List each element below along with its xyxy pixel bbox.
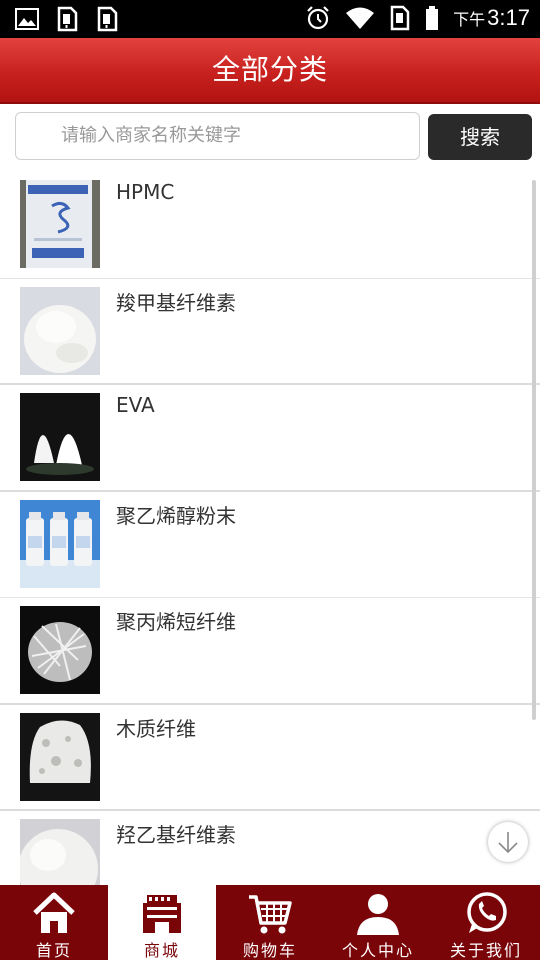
sim-icon	[390, 5, 410, 31]
nav-label: 购物车	[242, 941, 297, 960]
chat-icon	[467, 892, 507, 933]
product-thumbnail	[20, 606, 100, 694]
arrow-down-icon	[498, 832, 518, 854]
item-title: 木质纤维	[116, 716, 196, 741]
status-bar: 下午 3:17	[0, 0, 540, 38]
item-title: 羧甲基纤维素	[116, 290, 236, 315]
nav-shop[interactable]: 商城	[108, 885, 216, 960]
search-input[interactable]: 请输入商家名称关键字	[15, 112, 420, 160]
list-item[interactable]: 羟乙基纤维素	[0, 811, 540, 885]
item-title: 聚丙烯短纤维	[116, 610, 236, 634]
list-item[interactable]: 聚乙烯醇粉末	[0, 492, 540, 598]
shop-icon	[143, 895, 181, 933]
sim-alert-icon-2	[97, 6, 118, 32]
product-thumbnail	[20, 286, 100, 375]
alarm-icon	[307, 6, 329, 30]
wifi-icon	[346, 7, 375, 29]
nav-cart[interactable]: 购物车	[216, 885, 324, 960]
product-thumbnail	[20, 819, 100, 885]
nav-profile[interactable]: 个人中心	[324, 885, 432, 960]
page-title: 全部分类	[0, 38, 540, 104]
cart-icon	[249, 895, 292, 934]
search-button[interactable]: 搜索	[428, 114, 532, 160]
bottom-nav: 首页 商城 购物车 个人中心 关于我们	[0, 885, 540, 960]
list-item[interactable]: EVA	[0, 385, 540, 492]
clock-ampm: 下午	[453, 10, 486, 29]
nav-label: 个人中心	[341, 941, 414, 960]
home-icon	[33, 892, 75, 933]
sim-alert-icon	[57, 6, 78, 32]
product-thumbnail	[20, 180, 100, 268]
battery-icon	[426, 6, 439, 30]
item-title: EVA	[116, 393, 155, 417]
nav-home[interactable]: 首页	[0, 885, 108, 960]
scroll-down-button[interactable]	[488, 822, 528, 862]
search-bar: 请输入商家名称关键字 搜索	[0, 104, 540, 168]
item-title: 羟乙基纤维素	[116, 823, 236, 847]
nav-label: 商城	[143, 941, 180, 960]
item-title: 聚乙烯醇粉末	[116, 503, 236, 528]
list-item[interactable]: HPMC	[0, 172, 540, 279]
list-item[interactable]: 木质纤维	[0, 705, 540, 811]
item-title: HPMC	[116, 180, 175, 204]
clock-time: 3:17	[487, 5, 530, 30]
product-thumbnail	[20, 712, 100, 801]
list-item[interactable]: 羧甲基纤维素	[0, 279, 540, 385]
list-scrollbar[interactable]	[532, 180, 536, 720]
nav-about[interactable]: 关于我们	[432, 885, 540, 960]
nav-label: 首页	[35, 941, 72, 960]
person-icon	[357, 894, 399, 935]
category-list: HPMC 羧甲基纤维素 EVA 聚乙烯醇粉末 聚丙烯短纤维 木质纤维 羟乙基纤维…	[0, 172, 540, 885]
nav-label: 关于我们	[449, 941, 522, 960]
product-thumbnail	[20, 499, 100, 588]
gallery-icon	[15, 8, 39, 30]
list-item[interactable]: 聚丙烯短纤维	[0, 598, 540, 705]
product-thumbnail	[20, 393, 100, 481]
